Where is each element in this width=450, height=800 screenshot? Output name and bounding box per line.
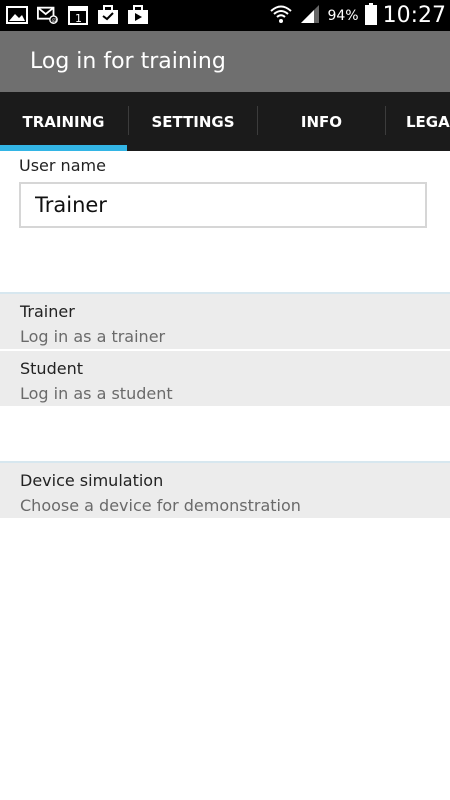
list-item-subtitle: Log in as a trainer [20,327,166,346]
briefcase-icon [97,5,119,25]
tab-training[interactable]: TRAINING [0,92,127,151]
list-item-title: Device simulation [20,471,164,490]
email-icon: @ [37,5,59,25]
wifi-icon [269,4,293,28]
tab-legal[interactable]: LEGAL [386,92,450,151]
list-item-subtitle: Choose a device for demonstration [20,496,301,515]
list-item-subtitle: Log in as a student [20,384,173,403]
battery-percent: 94% [327,7,359,24]
svg-text:1: 1 [75,12,82,25]
tab-selected-indicator [0,145,127,151]
calendar-icon: 1 [67,5,89,25]
username-input[interactable] [19,182,427,228]
tab-bar: TRAINING SETTINGS INFO LEGAL [0,92,450,151]
gallery-icon [6,5,28,25]
svg-text:@: @ [51,18,57,24]
tab-info[interactable]: INFO [258,92,385,151]
list-item-student[interactable]: Student Log in as a student [0,351,450,406]
clock: 10:27 [382,3,446,28]
battery-icon [364,2,377,29]
app-bar: Log in for training [0,31,450,92]
list-item-title: Trainer [20,302,75,321]
list-item-title: Student [20,359,83,378]
status-bar: @ 1 94% 10:27 [0,0,450,31]
page-title: Log in for training [30,49,226,74]
tab-settings[interactable]: SETTINGS [129,92,257,151]
signal-icon [299,4,321,28]
username-label: User name [19,156,106,175]
play-store-icon [127,5,149,25]
list-item-trainer[interactable]: Trainer Log in as a trainer [0,294,450,349]
list-item-device-simulation[interactable]: Device simulation Choose a device for de… [0,463,450,518]
